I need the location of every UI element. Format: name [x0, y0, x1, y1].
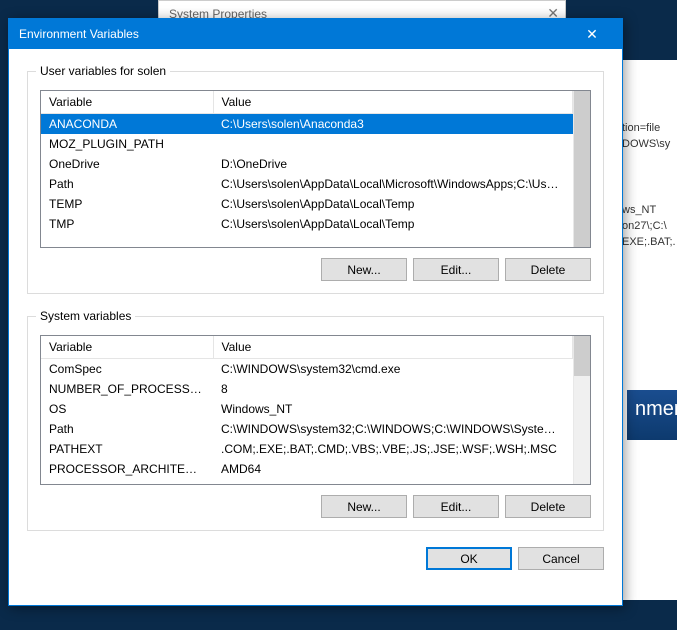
user-row[interactable]: OneDriveD:\OneDrive	[41, 154, 573, 174]
dialog-button-row: OK Cancel	[27, 547, 604, 570]
system-cell-value: Intel64 Family 6 Model 94 Stepping 3, Ge…	[213, 479, 573, 485]
system-cell-variable: PROCESSOR_IDENTIFIER	[41, 479, 213, 485]
system-row[interactable]: PATHEXT.COM;.EXE;.BAT;.CMD;.VBS;.VBE;.JS…	[41, 439, 573, 459]
system-col-value[interactable]: Value	[213, 336, 573, 359]
system-edit-button[interactable]: Edit...	[413, 495, 499, 518]
system-row[interactable]: PROCESSOR_ARCHITECTUREAMD64	[41, 459, 573, 479]
user-scrollbar[interactable]	[573, 91, 590, 247]
system-cell-variable: PROCESSOR_ARCHITECTURE	[41, 459, 213, 479]
system-row[interactable]: PathC:\WINDOWS\system32;C:\WINDOWS;C:\WI…	[41, 419, 573, 439]
system-cell-variable: ComSpec	[41, 359, 213, 380]
user-scroll-thumb[interactable]	[574, 91, 590, 247]
system-scroll-thumb[interactable]	[574, 336, 590, 376]
user-row[interactable]: TMPC:\Users\solen\AppData\Local\Temp	[41, 214, 573, 234]
user-delete-button[interactable]: Delete	[505, 258, 591, 281]
user-cell-value: D:\OneDrive	[213, 154, 573, 174]
system-new-button[interactable]: New...	[321, 495, 407, 518]
user-cell-variable: ANACONDA	[41, 114, 213, 135]
system-cell-variable: NUMBER_OF_PROCESSORS	[41, 379, 213, 399]
system-cell-variable: PATHEXT	[41, 439, 213, 459]
user-cell-variable: TEMP	[41, 194, 213, 214]
background-peek: tion=file DOWS\sy ws_NT on27\;C:\ EXE;.B…	[617, 60, 677, 600]
system-cell-value: C:\WINDOWS\system32;C:\WINDOWS;C:\WINDOW…	[213, 419, 573, 439]
system-variables-legend: System variables	[36, 309, 135, 323]
user-cell-variable: OneDrive	[41, 154, 213, 174]
user-col-value[interactable]: Value	[213, 91, 573, 114]
user-cell-value	[213, 134, 573, 154]
system-cell-value: Windows_NT	[213, 399, 573, 419]
system-cell-value: AMD64	[213, 459, 573, 479]
system-cell-value: .COM;.EXE;.BAT;.CMD;.VBS;.VBE;.JS;.JSE;.…	[213, 439, 573, 459]
user-new-button[interactable]: New...	[321, 258, 407, 281]
dialog-content: User variables for solen Variable Value …	[9, 49, 622, 605]
ok-button[interactable]: OK	[426, 547, 512, 570]
user-cell-value: C:\Users\solen\Anaconda3	[213, 114, 573, 135]
user-row[interactable]: PathC:\Users\solen\AppData\Local\Microso…	[41, 174, 573, 194]
system-cell-variable: OS	[41, 399, 213, 419]
system-cell-value: 8	[213, 379, 573, 399]
system-delete-button[interactable]: Delete	[505, 495, 591, 518]
system-variables-group: System variables Variable Value ComSpecC…	[27, 316, 604, 531]
close-icon: ✕	[586, 26, 598, 43]
system-row[interactable]: ComSpecC:\WINDOWS\system32\cmd.exe	[41, 359, 573, 380]
dialog-title: Environment Variables	[19, 27, 572, 41]
user-row[interactable]: ANACONDAC:\Users\solen\Anaconda3	[41, 114, 573, 135]
user-cell-value: C:\Users\solen\AppData\Local\Temp	[213, 194, 573, 214]
user-cell-variable: TMP	[41, 214, 213, 234]
system-button-row: New... Edit... Delete	[40, 495, 591, 518]
system-row[interactable]: PROCESSOR_IDENTIFIERIntel64 Family 6 Mod…	[41, 479, 573, 485]
system-col-variable[interactable]: Variable	[41, 336, 213, 359]
user-cell-value: C:\Users\solen\AppData\Local\Microsoft\W…	[213, 174, 573, 194]
user-edit-button[interactable]: Edit...	[413, 258, 499, 281]
user-row[interactable]: TEMPC:\Users\solen\AppData\Local\Temp	[41, 194, 573, 214]
system-row[interactable]: NUMBER_OF_PROCESSORS8	[41, 379, 573, 399]
user-variables-table[interactable]: Variable Value ANACONDAC:\Users\solen\An…	[40, 90, 591, 248]
user-row[interactable]: MOZ_PLUGIN_PATH	[41, 134, 573, 154]
user-variables-legend: User variables for solen	[36, 64, 170, 78]
user-cell-value: C:\Users\solen\AppData\Local\Temp	[213, 214, 573, 234]
user-button-row: New... Edit... Delete	[40, 258, 591, 281]
system-scrollbar[interactable]	[573, 336, 590, 484]
user-cell-variable: MOZ_PLUGIN_PATH	[41, 134, 213, 154]
user-cell-variable: Path	[41, 174, 213, 194]
system-variables-table[interactable]: Variable Value ComSpecC:\WINDOWS\system3…	[40, 335, 591, 485]
close-button[interactable]: ✕	[572, 19, 612, 49]
system-cell-value: C:\WINDOWS\system32\cmd.exe	[213, 359, 573, 380]
system-cell-variable: Path	[41, 419, 213, 439]
environment-variables-dialog: Environment Variables ✕ User variables f…	[8, 18, 623, 606]
user-variables-group: User variables for solen Variable Value …	[27, 71, 604, 294]
user-col-variable[interactable]: Variable	[41, 91, 213, 114]
system-row[interactable]: OSWindows_NT	[41, 399, 573, 419]
background-banner: nmen	[627, 390, 677, 440]
cancel-button[interactable]: Cancel	[518, 547, 604, 570]
dialog-titlebar[interactable]: Environment Variables ✕	[9, 19, 622, 49]
